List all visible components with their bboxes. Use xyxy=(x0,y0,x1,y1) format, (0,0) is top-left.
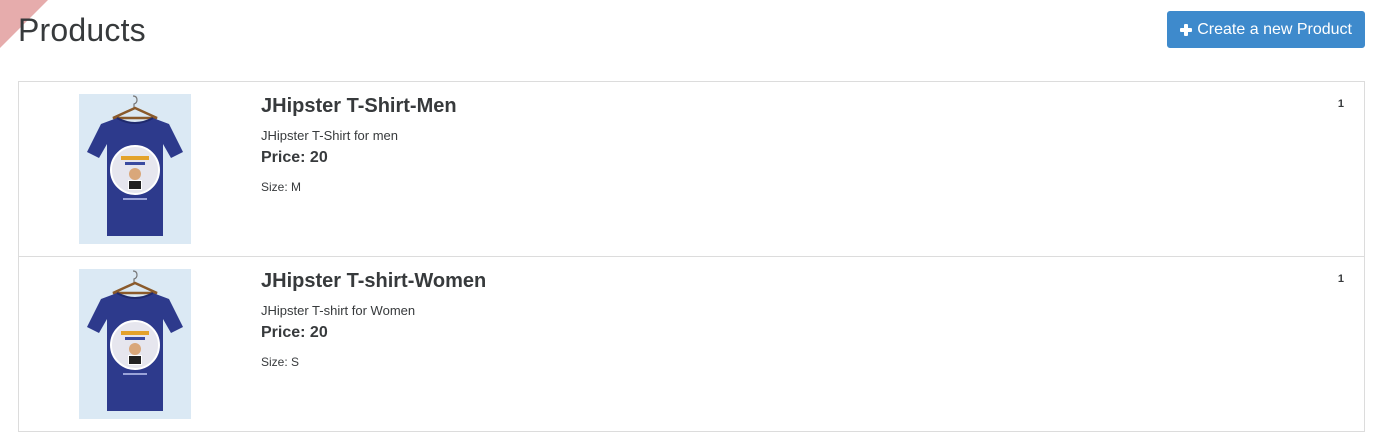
product-name[interactable]: JHipster T-Shirt-Men xyxy=(261,95,457,118)
product-size: Size: S xyxy=(261,355,300,369)
create-product-button-label: Create a new Product xyxy=(1197,20,1352,38)
page-title: Products xyxy=(18,12,146,48)
list-item[interactable]: JHipster T-Shirt-Men JHipster T-Shirt fo… xyxy=(19,82,1364,257)
page-header: Products Create a new Product xyxy=(18,8,1365,56)
product-name[interactable]: JHipster T-shirt-Women xyxy=(261,270,486,293)
create-product-button[interactable]: Create a new Product xyxy=(1167,11,1365,48)
product-list: JHipster T-Shirt-Men JHipster T-Shirt fo… xyxy=(18,81,1365,432)
t-shirt-image xyxy=(79,269,191,419)
product-description: JHipster T-shirt for Women xyxy=(261,303,416,318)
plus-icon xyxy=(1180,23,1193,36)
product-price: Price: 20 xyxy=(261,149,328,166)
product-quantity-badge: 1 xyxy=(1337,98,1344,110)
page: Products Create a new Product JHipster T… xyxy=(0,0,1383,435)
t-shirt-image-svg xyxy=(79,269,191,419)
t-shirt-image xyxy=(79,94,191,244)
product-description: JHipster T-Shirt for men xyxy=(261,128,399,143)
product-size: Size: M xyxy=(261,180,302,194)
product-price: Price: 20 xyxy=(261,324,328,341)
product-quantity-badge: 1 xyxy=(1337,273,1344,285)
t-shirt-image-svg xyxy=(79,94,191,244)
list-item[interactable]: JHipster T-shirt-Women JHipster T-shirt … xyxy=(19,257,1364,432)
